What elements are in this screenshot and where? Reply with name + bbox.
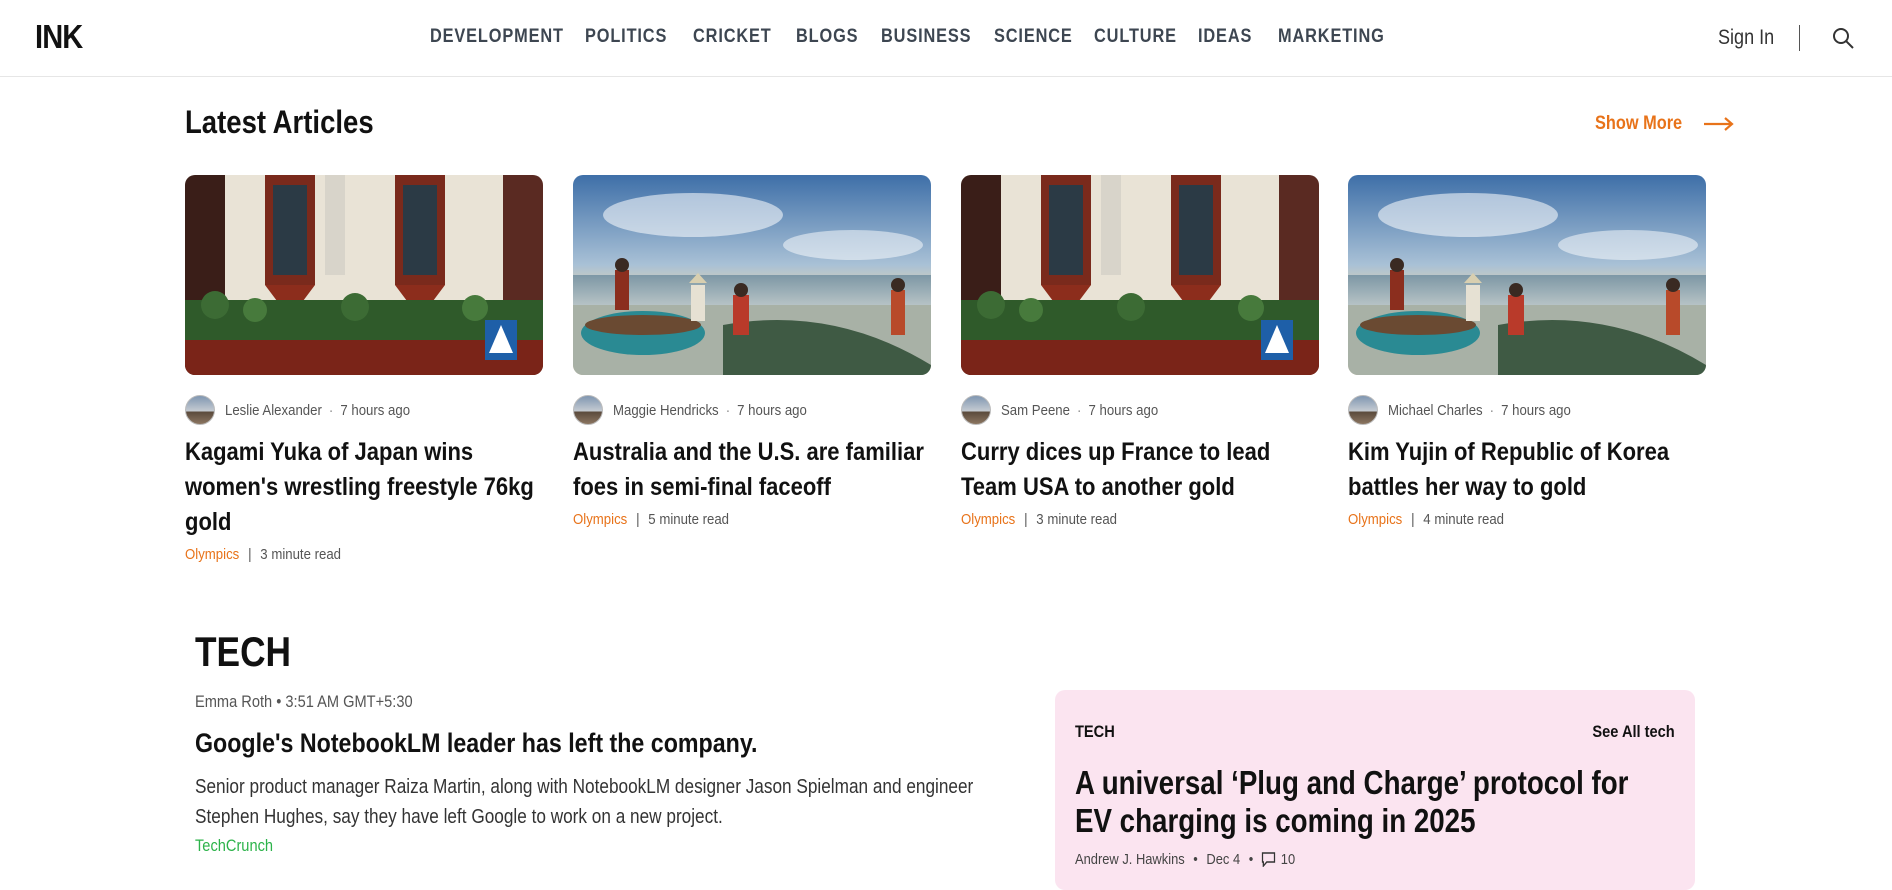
- tech-card-meta: Andrew J. Hawkins • Dec 4 • 10: [1075, 851, 1296, 868]
- show-more-link[interactable]: Show More: [1595, 113, 1735, 135]
- header-divider: [1799, 25, 1800, 51]
- article-tag[interactable]: Olympics: [573, 511, 627, 528]
- article-card[interactable]: Michael Charles · 7 hours ago Kim Yujin of…: [1348, 175, 1706, 528]
- nav-item-blogs[interactable]: BLOGS: [796, 26, 869, 48]
- tech-card-comment-count[interactable]: 10: [1281, 851, 1295, 868]
- tech-section-title: TECH: [195, 628, 292, 675]
- article-footer: Olympics | 3 minute read: [961, 511, 1118, 528]
- nav-item-development[interactable]: DEVELOPMENT: [430, 26, 563, 48]
- tech-card-title[interactable]: A universal ‘Plug and Charge’ protocol f…: [1075, 764, 1663, 840]
- latest-articles-title: Latest Articles: [185, 104, 374, 140]
- nav-item-culture[interactable]: CULTURE: [1094, 26, 1183, 48]
- sign-in-link[interactable]: Sign In: [1718, 26, 1774, 50]
- article-card[interactable]: Leslie Alexander · 7 hours ago Kagami Yuka…: [185, 175, 543, 563]
- article-meta: Sam Peene · 7 hours ago: [961, 395, 1319, 425]
- comment-icon[interactable]: [1262, 852, 1276, 867]
- nav-item-science[interactable]: SCIENCE: [994, 26, 1080, 48]
- article-time: 7 hours ago: [340, 401, 411, 419]
- article-time: 7 hours ago: [1088, 401, 1159, 419]
- article-title[interactable]: Kim Yujin of Republic of Korea battles h…: [1348, 435, 1700, 505]
- tech-feature-card[interactable]: TECH See All tech A universal ‘Plug and …: [1055, 690, 1695, 890]
- article-title[interactable]: Curry dices up France to lead Team USA t…: [961, 435, 1313, 505]
- article-image-fishermen[interactable]: [573, 175, 931, 375]
- nav-item-business[interactable]: BUSINESS: [881, 26, 978, 48]
- tech-summary: Senior product manager Raiza Martin, alo…: [195, 776, 974, 828]
- article-title[interactable]: Australia and the U.S. are familiar foes…: [573, 435, 925, 505]
- see-all-tech-link[interactable]: See All tech: [1593, 722, 1675, 742]
- tech-source-link[interactable]: TechCrunch: [195, 836, 273, 856]
- tech-headline[interactable]: Google's NotebookLM leader has left the …: [195, 728, 757, 759]
- article-author[interactable]: Sam Peene: [1001, 402, 1070, 419]
- article-read-time: 3 minute read: [260, 546, 342, 563]
- article-author[interactable]: Michael Charles: [1388, 402, 1483, 419]
- article-meta: Michael Charles · 7 hours ago: [1348, 395, 1706, 425]
- site-header: INK DEVELOPMENT POLITICS CRICKET BLOGS B…: [0, 0, 1892, 77]
- nav-item-politics[interactable]: POLITICS: [585, 26, 678, 48]
- article-read-time: 5 minute read: [648, 511, 730, 528]
- tech-card-label: TECH: [1075, 722, 1115, 741]
- avatar[interactable]: [961, 395, 991, 425]
- tech-card-author[interactable]: Andrew J. Hawkins: [1075, 851, 1185, 868]
- article-meta: Maggie Hendricks · 7 hours ago: [573, 395, 931, 425]
- article-footer: Olympics | 5 minute read: [573, 511, 730, 528]
- article-author[interactable]: Leslie Alexander: [225, 402, 322, 419]
- article-tag[interactable]: Olympics: [1348, 511, 1402, 528]
- article-footer: Olympics | 4 minute read: [1348, 511, 1505, 528]
- tech-byline: Emma Roth • 3:51 AM GMT+5:30: [195, 692, 413, 711]
- article-meta: Leslie Alexander · 7 hours ago: [185, 395, 543, 425]
- nav-item-marketing[interactable]: MARKETING: [1278, 26, 1384, 48]
- arrow-right-icon: [1704, 117, 1735, 131]
- article-tag[interactable]: Olympics: [185, 546, 239, 563]
- article-author[interactable]: Maggie Hendricks: [613, 402, 719, 419]
- main-nav: DEVELOPMENT POLITICS CRICKET BLOGS BUSIN…: [430, 26, 1398, 48]
- show-more-label: Show More: [1595, 113, 1683, 134]
- article-card[interactable]: Sam Peene · 7 hours ago Curry dices up Fra…: [961, 175, 1319, 528]
- search-icon[interactable]: [1831, 26, 1855, 50]
- article-image-pub[interactable]: [961, 175, 1319, 375]
- avatar[interactable]: [573, 395, 603, 425]
- tech-card-date: Dec 4: [1206, 851, 1241, 868]
- avatar[interactable]: [1348, 395, 1378, 425]
- nav-item-ideas[interactable]: IDEAS: [1198, 26, 1267, 48]
- article-tag[interactable]: Olympics: [961, 511, 1015, 528]
- article-read-time: 4 minute read: [1423, 511, 1505, 528]
- site-logo[interactable]: INK: [35, 18, 83, 56]
- avatar[interactable]: [185, 395, 215, 425]
- article-read-time: 3 minute read: [1036, 511, 1118, 528]
- article-image-fishermen[interactable]: [1348, 175, 1706, 375]
- article-time: 7 hours ago: [1501, 401, 1571, 419]
- article-footer: Olympics | 3 minute read: [185, 546, 342, 563]
- article-image-pub[interactable]: [185, 175, 543, 375]
- article-card[interactable]: Maggie Hendricks · 7 hours ago Australia a…: [573, 175, 931, 528]
- nav-item-cricket[interactable]: CRICKET: [693, 26, 782, 48]
- article-title[interactable]: Kagami Yuka of Japan wins women's wrestl…: [185, 435, 537, 540]
- article-time: 7 hours ago: [737, 401, 807, 419]
